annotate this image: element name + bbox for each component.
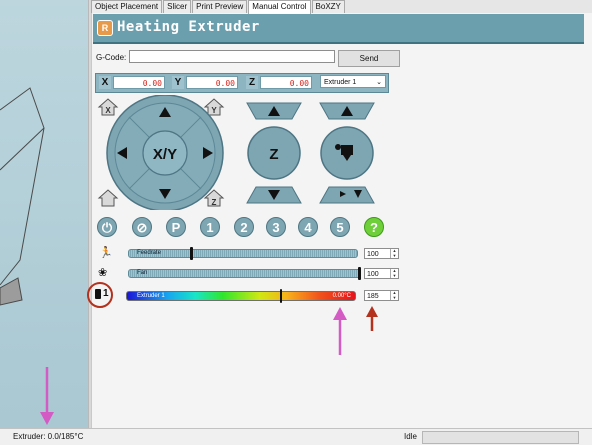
annotation-arrow-pink-temp <box>333 307 347 355</box>
extruder-status-text: Extruder: 0.0/185°C <box>13 432 84 441</box>
printer-state-text: Idle <box>404 432 417 441</box>
annotation-arrow-pink-status <box>40 367 54 425</box>
annotation-layer <box>40 306 378 425</box>
annotation-arrow-red-target <box>366 306 378 331</box>
status-bar: Extruder: 0.0/185°C Idle <box>0 428 592 445</box>
print-progress-bar <box>422 431 579 444</box>
